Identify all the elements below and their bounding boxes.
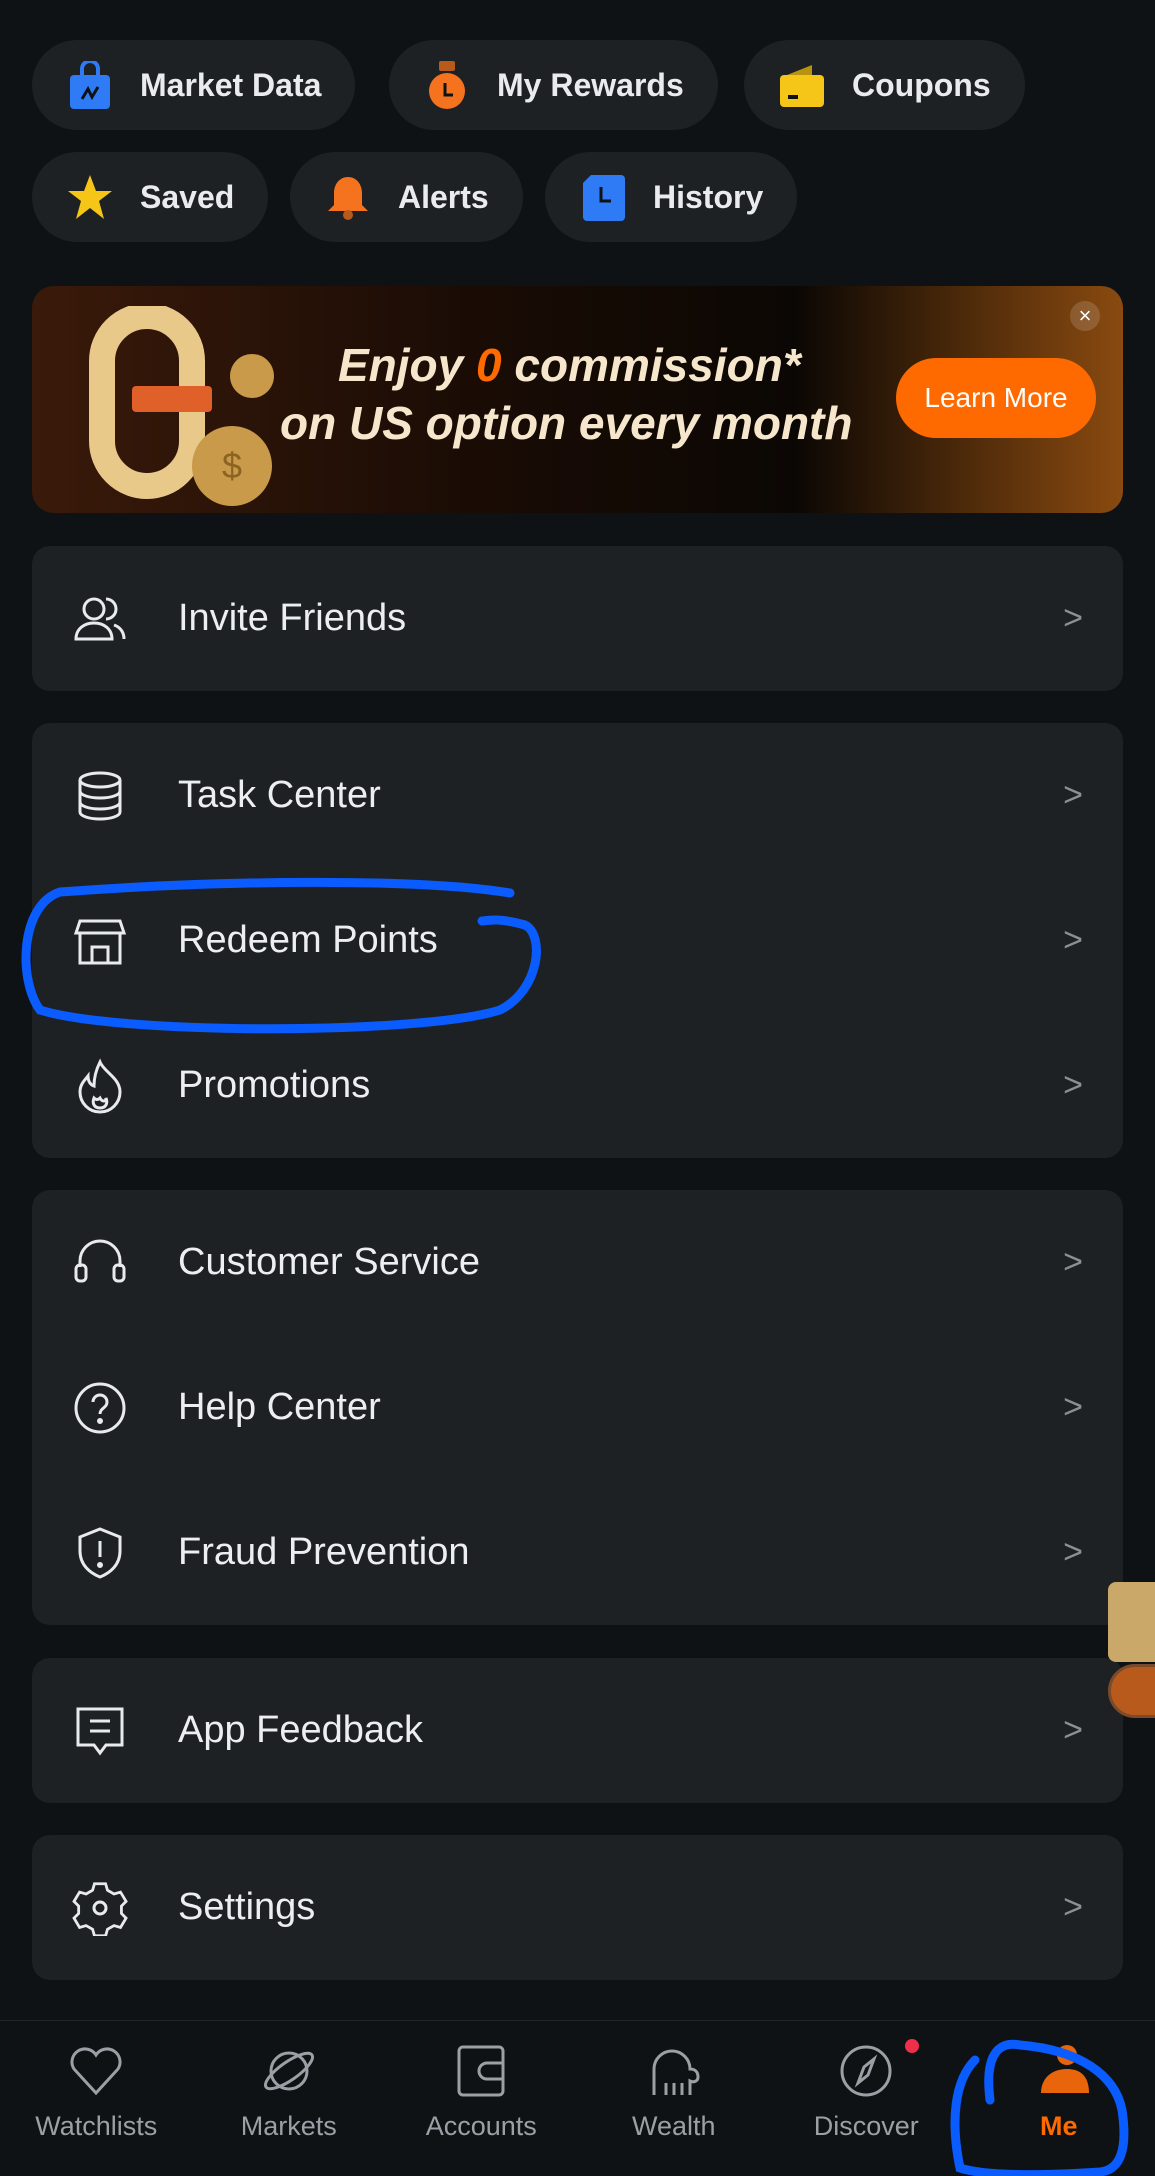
elephant-icon [652,2049,700,2095]
commission-zero-coin-illustration: $ [89,306,274,506]
shortcut-label: Coupons [852,66,991,103]
heart-icon [70,2047,122,2096]
menu-item-customer-service[interactable]: Customer Service > [32,1190,1123,1335]
chevron-right-icon: > [1063,599,1083,637]
tab-markets[interactable]: Markets [193,2021,386,2176]
tab-discover[interactable]: Discover [770,2021,963,2176]
svg-text:$: $ [222,445,242,486]
promo-banner[interactable]: $ Enjoy 0 commission* on US option every… [32,286,1123,513]
menu-item-label: Customer Service [178,1241,480,1283]
shortcut-label: Saved [140,178,235,215]
menu-item-label: Fraud Prevention [178,1531,470,1573]
menu-item-invite-friends[interactable]: Invite Friends > [32,546,1123,691]
message-square-icon [72,1703,128,1759]
shortcut-coupons[interactable]: Coupons [744,40,1025,130]
menu-item-promotions[interactable]: Promotions > [32,1013,1123,1158]
banner-headline-line1: Enjoy 0 commission* [338,339,801,391]
star-icon [66,173,114,221]
shield-alert-icon [72,1525,128,1581]
shortcut-alerts[interactable]: Alerts [290,152,523,242]
tab-watchlists[interactable]: Watchlists [0,2021,193,2176]
wallet-outline-icon [457,2045,505,2097]
learn-more-button[interactable]: Learn More [896,358,1096,438]
tab-label: Accounts [425,2111,537,2141]
wallet-icon [778,61,826,109]
tab-accounts[interactable]: Accounts [385,2021,578,2176]
store-icon [72,913,128,969]
chevron-right-icon: > [1063,1711,1083,1749]
menu-group-feedback: App Feedback > [32,1658,1123,1803]
menu-item-label: Invite Friends [178,597,407,639]
menu-group-settings: Settings > [32,1835,1123,1980]
tab-label: Discover [813,2111,919,2141]
planet-icon [263,2051,314,2091]
shopping-bag-chart-icon [66,61,114,109]
chevron-right-icon: > [1063,1388,1083,1426]
menu-item-label: Task Center [178,774,381,816]
chevron-right-icon: > [1063,1243,1083,1281]
menu-item-app-feedback[interactable]: App Feedback > [32,1658,1123,1803]
menu-item-fraud-prevention[interactable]: Fraud Prevention > [32,1480,1123,1625]
menu-item-label: Redeem Points [178,919,438,961]
money-bag-icon [423,61,471,109]
menu-item-label: Help Center [178,1386,381,1428]
shortcut-label: Alerts [398,178,489,215]
menu-item-settings[interactable]: Settings > [32,1835,1123,1980]
menu-item-task-center[interactable]: Task Center > [32,723,1123,868]
menu-group-support: Customer Service > Help Center > Fraud P… [32,1190,1123,1625]
shortcut-label: My Rewards [497,66,684,103]
chevron-right-icon: > [1063,1888,1083,1926]
notification-dot [904,2039,919,2053]
person-icon [1040,2045,1089,2093]
tab-me[interactable]: Me [963,2021,1155,2176]
chevron-right-icon: > [1063,1066,1083,1104]
compass-icon [840,2045,892,2097]
bottom-tab-bar: Watchlists Markets Accounts Wealth Disco… [0,2020,1155,2176]
shortcut-my-rewards[interactable]: My Rewards [389,40,718,130]
shortcut-label: Market Data [140,66,322,103]
menu-item-redeem-points[interactable]: Redeem Points > [32,868,1123,1013]
shortcut-label: History [653,178,764,215]
menu-item-label: Settings [178,1886,316,1928]
menu-item-help-center[interactable]: Help Center > [32,1335,1123,1480]
menu-group-rewards: Task Center > Redeem Points > Promotions… [32,723,1123,1158]
database-stack-icon [72,768,128,824]
shortcut-market-data[interactable]: Market Data [32,40,356,130]
chevron-right-icon: > [1063,1533,1083,1571]
gear-icon [72,1880,128,1936]
menu-group-invite: Invite Friends > [32,546,1123,691]
flame-icon [72,1057,128,1114]
chevron-right-icon: > [1063,921,1083,959]
users-icon [72,591,128,647]
banner-close-button[interactable]: × [1070,301,1100,331]
tab-wealth[interactable]: Wealth [578,2021,771,2176]
shortcut-saved[interactable]: Saved [32,152,269,242]
chevron-right-icon: > [1063,776,1083,814]
question-circle-icon [72,1380,128,1436]
menu-item-label: Promotions [178,1064,371,1106]
shortcut-history[interactable]: History [545,152,798,242]
tab-label: Watchlists [35,2111,158,2141]
tab-label: Markets [240,2111,337,2141]
clock-document-icon [579,173,627,221]
tab-label: Wealth [631,2111,716,2141]
banner-headline-line2: on US option every month [280,397,853,449]
menu-item-label: App Feedback [178,1709,424,1751]
bell-icon [324,173,372,221]
tab-label: Me [1039,2111,1078,2141]
headset-icon [72,1235,128,1291]
floating-promo-widget[interactable] [1108,1582,1155,1718]
